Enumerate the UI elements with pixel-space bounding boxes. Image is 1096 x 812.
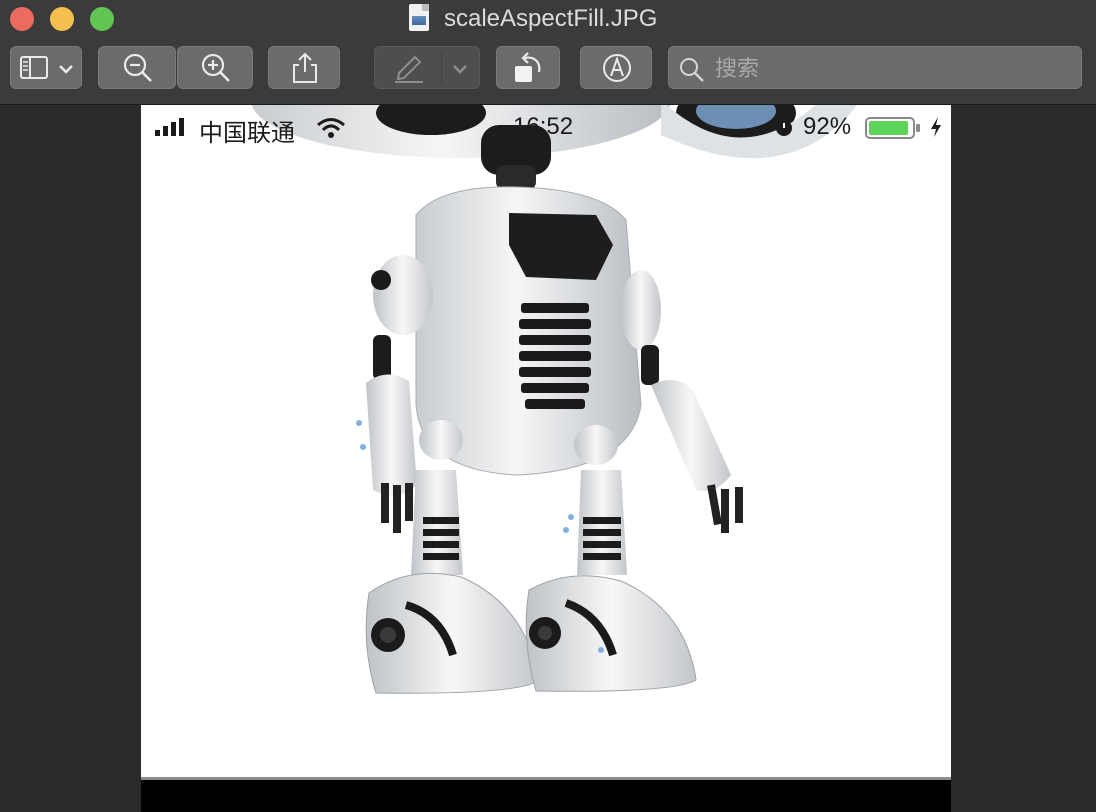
alarm-clock-icon <box>776 120 792 136</box>
carrier-name: 中国联通 <box>199 120 295 147</box>
zoom-out-button[interactable] <box>98 46 176 89</box>
zoom-out-icon <box>123 53 152 82</box>
image-canvas: 中国联通 16:52 92% <box>0 105 1096 812</box>
battery-percentage: 92% <box>803 113 852 140</box>
document-proxy-icon[interactable] <box>409 4 429 31</box>
share-button[interactable] <box>268 46 340 89</box>
search-icon <box>680 58 704 82</box>
wifi-icon <box>317 118 345 138</box>
annotate-button[interactable] <box>580 46 652 89</box>
share-icon <box>293 52 317 83</box>
markup-button[interactable] <box>374 46 480 89</box>
title-bar: scaleAspectFill.JPG <box>0 0 1096 105</box>
close-window-button[interactable] <box>10 7 34 31</box>
charging-bolt-icon <box>931 117 941 137</box>
cellular-signal-icon <box>155 118 184 136</box>
zoom-in-icon <box>201 53 230 82</box>
chevron-down-icon <box>453 65 467 74</box>
sidebar-icon <box>20 56 48 79</box>
rotate-left-icon <box>515 52 541 82</box>
image-black-strip <box>141 780 951 812</box>
search-field[interactable] <box>668 46 1082 89</box>
sidebar-toggle-button[interactable] <box>10 46 82 89</box>
annotate-pen-circle-icon <box>603 54 631 82</box>
rotate-button[interactable] <box>496 46 560 89</box>
zoom-window-button[interactable] <box>90 7 114 31</box>
search-input[interactable] <box>713 53 1077 85</box>
photo-view[interactable]: 中国联通 16:52 92% <box>141 105 951 812</box>
battery-icon <box>865 117 920 139</box>
zoom-in-button[interactable] <box>177 46 253 89</box>
window-title: scaleAspectFill.JPG <box>444 5 658 32</box>
white-robot-image <box>251 105 858 694</box>
minimize-window-button[interactable] <box>50 7 74 31</box>
pen-markup-icon <box>395 55 423 83</box>
status-time: 16:52 <box>513 113 574 140</box>
phone-status-bar: 中国联通 16:52 92% <box>141 113 951 147</box>
chevron-down-icon <box>59 65 73 74</box>
